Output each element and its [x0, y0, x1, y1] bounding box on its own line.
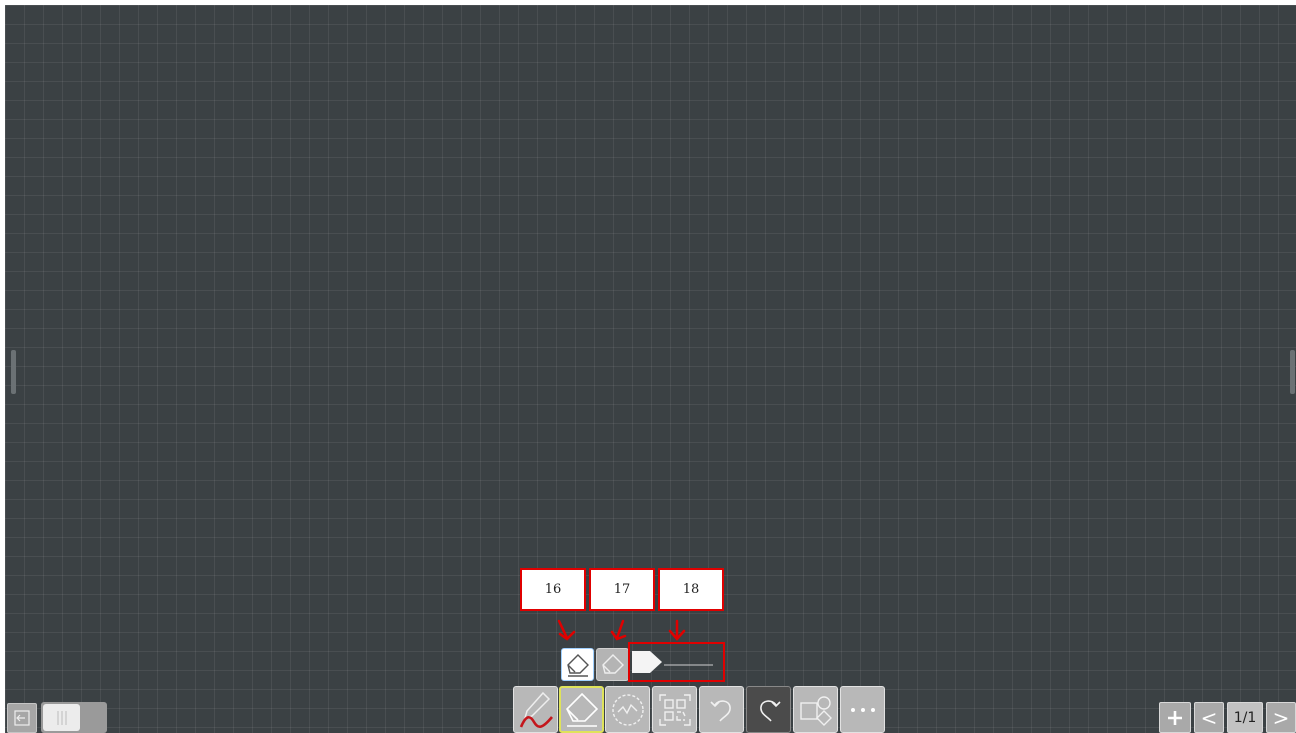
arrow-pointer-icon: [632, 651, 713, 673]
more-icon: [850, 707, 875, 712]
callout-arrow: [557, 619, 576, 641]
shapes-icon: [799, 695, 832, 726]
undo-button[interactable]: [699, 686, 744, 733]
next-page-button[interactable]: >: [1266, 702, 1296, 733]
next-label: >: [1272, 705, 1290, 730]
select-icon: [611, 693, 644, 726]
eraser-icon: [565, 692, 598, 727]
more-button[interactable]: [840, 686, 885, 733]
qr-code-button[interactable]: [652, 686, 697, 733]
exit-button[interactable]: [7, 703, 37, 733]
left-edge-handle[interactable]: [11, 350, 16, 394]
callout-17: 17: [589, 568, 655, 611]
prev-label: <: [1200, 705, 1218, 730]
toolbar-drag-handle[interactable]: [41, 702, 107, 733]
eraser-icon: [601, 653, 624, 674]
page-indicator: 1/1: [1227, 702, 1263, 733]
eraser-tool-button[interactable]: [559, 686, 604, 733]
eraser-icon: [566, 653, 589, 677]
plus-icon: [1168, 710, 1182, 725]
callout-16: 16: [520, 568, 586, 611]
right-edge-handle[interactable]: [1290, 350, 1295, 394]
callout-label: 16: [544, 582, 562, 597]
redo-button[interactable]: [746, 686, 791, 733]
callout-arrow: [668, 619, 686, 641]
callout-18: 18: [658, 568, 724, 611]
select-tool-button[interactable]: [605, 686, 650, 733]
callout-label: 17: [613, 582, 631, 597]
page-indicator-label: 1/1: [1233, 709, 1257, 726]
large-eraser-button[interactable]: [596, 648, 629, 681]
whiteboard-canvas[interactable]: 16 17 18 < 1/1 >: [5, 5, 1296, 733]
prev-page-button[interactable]: <: [1194, 702, 1224, 733]
qr-code-icon: [658, 693, 691, 726]
add-page-button[interactable]: [1159, 702, 1191, 733]
exit-icon: [14, 710, 30, 726]
undo-icon: [709, 699, 731, 722]
eraser-size-slider[interactable]: [628, 642, 725, 682]
pen-tool-button[interactable]: [513, 686, 558, 733]
pen-icon: [519, 691, 553, 728]
redo-icon: [759, 699, 781, 722]
drag-grip-icon: [43, 704, 80, 731]
callout-arrow: [610, 619, 627, 641]
shapes-button[interactable]: [793, 686, 838, 733]
callout-label: 18: [682, 582, 700, 597]
small-eraser-button[interactable]: [561, 648, 594, 681]
